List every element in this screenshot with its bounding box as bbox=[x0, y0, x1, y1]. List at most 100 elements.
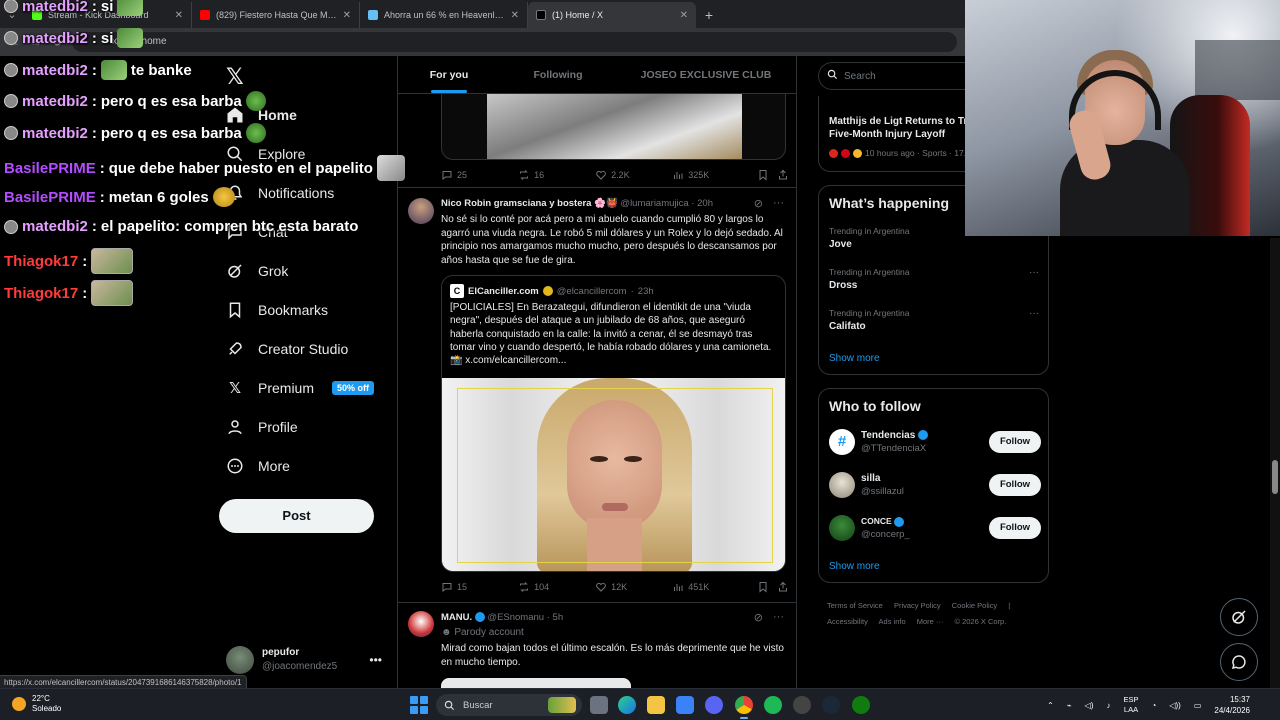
close-tab-icon[interactable]: ✕ bbox=[511, 10, 519, 21]
nav-explore[interactable]: Explore bbox=[226, 145, 305, 163]
nav-home[interactable]: Home bbox=[226, 106, 297, 124]
bookmark-button[interactable] bbox=[757, 581, 777, 593]
repost-button[interactable]: 16 bbox=[518, 169, 595, 181]
grok-icon[interactable]: ⊘ bbox=[754, 611, 763, 624]
views-button[interactable]: 451K bbox=[672, 581, 757, 593]
author-handle[interactable]: @ESnomanu bbox=[487, 612, 544, 623]
browser-tab-youtube[interactable]: (829) Fiestero Hasta Que Me M... ✕ bbox=[192, 2, 360, 28]
views-button[interactable]: 325K bbox=[672, 169, 757, 181]
more-dots-icon[interactable]: ··· bbox=[773, 197, 784, 210]
like-button[interactable]: 12K bbox=[595, 581, 672, 593]
bookmark-button[interactable] bbox=[757, 169, 777, 181]
show-more-link[interactable]: Show more bbox=[829, 353, 880, 364]
file-explorer-icon[interactable] bbox=[647, 696, 665, 714]
windows-start-icon[interactable] bbox=[410, 696, 428, 714]
account-switcher[interactable]: pepufor @joacomendez5 ••• bbox=[226, 640, 386, 680]
nav-profile[interactable]: Profile bbox=[226, 418, 298, 436]
like-button[interactable]: 2.2K bbox=[595, 169, 672, 181]
follow-button[interactable]: Follow bbox=[989, 431, 1041, 453]
store-icon[interactable] bbox=[676, 696, 694, 714]
obs-icon[interactable] bbox=[793, 696, 811, 714]
author-name[interactable]: MANU. bbox=[441, 612, 472, 623]
tray-chevron-icon[interactable]: ⌃ bbox=[1047, 701, 1054, 710]
trend-item[interactable]: Trending in Argentina Califato ··· bbox=[829, 308, 1039, 332]
chrome-icon[interactable] bbox=[735, 696, 753, 719]
browser-tab-steam[interactable]: Ahorra un 66 % en Heavenly Bo... ✕ bbox=[360, 2, 528, 28]
x-logo-icon[interactable]: 𝕏 bbox=[226, 64, 244, 90]
battery-icon[interactable]: ▭ bbox=[1194, 701, 1202, 710]
back-icon[interactable]: ← bbox=[8, 35, 20, 49]
reply-button[interactable]: 25 bbox=[441, 169, 518, 181]
post-media-image[interactable] bbox=[441, 678, 631, 688]
nav-premium[interactable]: 𝕏 Premium 50% off bbox=[226, 379, 375, 397]
share-button[interactable] bbox=[777, 169, 789, 181]
more-dots-icon[interactable]: ··· bbox=[1029, 308, 1039, 319]
tab-for-you[interactable]: For you bbox=[398, 56, 500, 93]
close-tab-icon[interactable]: ✕ bbox=[175, 10, 183, 21]
spotify-icon[interactable] bbox=[764, 696, 782, 714]
scrollbar-thumb[interactable] bbox=[1272, 460, 1278, 494]
follow-suggestion[interactable]: silla @ssillazul Follow bbox=[829, 470, 1041, 500]
forward-icon[interactable]: → bbox=[30, 35, 42, 49]
follow-button[interactable]: Follow bbox=[989, 474, 1041, 496]
steam-icon[interactable] bbox=[822, 696, 840, 714]
footer-link[interactable]: More ··· bbox=[917, 617, 944, 626]
nav-grok[interactable]: Grok bbox=[226, 262, 288, 280]
avatar[interactable] bbox=[408, 198, 434, 224]
page-scrollbar[interactable] bbox=[1270, 238, 1280, 688]
footer-link[interactable]: Cookie Policy bbox=[952, 601, 997, 610]
browser-tab-kick[interactable]: Stream - Kick Dashboard ✕ bbox=[24, 2, 192, 28]
clock[interactable]: 15:37 24/4/2026 bbox=[1214, 694, 1250, 716]
speaker-icon[interactable]: ◁) bbox=[1085, 701, 1094, 710]
messages-fab-button[interactable] bbox=[1220, 643, 1258, 681]
edge-icon[interactable] bbox=[618, 696, 636, 714]
footer-link[interactable]: Terms of Service bbox=[827, 601, 883, 610]
nav-bookmarks[interactable]: Bookmarks bbox=[226, 301, 328, 319]
more-dots-icon[interactable]: ··· bbox=[1029, 267, 1039, 278]
task-view-icon[interactable] bbox=[590, 696, 608, 714]
close-tab-icon[interactable]: ✕ bbox=[680, 10, 688, 21]
close-tab-icon[interactable]: ✕ bbox=[343, 10, 351, 21]
nav-notifications[interactable]: Notifications bbox=[226, 184, 334, 202]
wifi-icon[interactable]: ◔ bbox=[1152, 701, 1157, 710]
post-button[interactable]: Post bbox=[219, 499, 374, 533]
new-tab-button[interactable]: + bbox=[696, 2, 722, 28]
author-name[interactable]: Nico Robin gramsciana y bostera bbox=[441, 198, 591, 209]
quoted-post[interactable]: C ElCanciller.com @elcancillercom · 23h … bbox=[441, 275, 786, 572]
tab-following[interactable]: Following bbox=[500, 56, 616, 93]
repost-button[interactable]: 104 bbox=[518, 581, 595, 593]
search-input[interactable]: Search bbox=[818, 62, 968, 90]
footer-link[interactable]: Accessibility bbox=[827, 617, 868, 626]
tab-joseo-exclusive-club[interactable]: JOSEO EXCLUSIVE CLUB bbox=[616, 56, 796, 93]
quote-photo[interactable] bbox=[442, 378, 785, 571]
grok-icon[interactable]: ⊘ bbox=[754, 197, 763, 210]
post-time[interactable]: 20h bbox=[697, 198, 713, 209]
trend-item[interactable]: Trending in Argentina Dross ··· bbox=[829, 267, 1039, 291]
mic-icon[interactable]: ♪ bbox=[1107, 701, 1111, 710]
footer-link[interactable]: Privacy Policy bbox=[894, 601, 941, 610]
browser-tab-x-home[interactable]: (1) Home / X ✕ bbox=[528, 2, 696, 28]
language-indicator[interactable]: ESP LAA bbox=[1124, 695, 1139, 715]
weather-widget[interactable]: 22°C Soleado bbox=[12, 694, 61, 714]
xbox-icon[interactable] bbox=[852, 696, 870, 714]
author-handle[interactable]: @lumariamujica bbox=[620, 198, 688, 209]
avatar[interactable] bbox=[408, 611, 434, 637]
nav-more[interactable]: More bbox=[226, 457, 290, 475]
nav-creator-studio[interactable]: Creator Studio bbox=[226, 340, 348, 358]
follow-button[interactable]: Follow bbox=[989, 517, 1041, 539]
url-input[interactable]: x.com/home bbox=[72, 32, 957, 52]
volume-icon[interactable]: ◁)) bbox=[1169, 701, 1180, 710]
show-more-link[interactable]: Show more bbox=[829, 561, 880, 572]
discord-icon[interactable] bbox=[705, 696, 723, 714]
more-dots-icon[interactable]: ••• bbox=[369, 653, 382, 667]
network-icon[interactable]: ⌁ bbox=[1067, 701, 1072, 710]
post-time[interactable]: 5h bbox=[553, 612, 564, 623]
reload-icon[interactable]: ↻ bbox=[52, 35, 62, 49]
reply-button[interactable]: 15 bbox=[441, 581, 518, 593]
taskbar-search-input[interactable]: Buscar bbox=[436, 694, 582, 716]
footer-link[interactable]: Ads info bbox=[879, 617, 906, 626]
tab-menu-chevron-icon[interactable]: ⌄ bbox=[0, 0, 24, 28]
post-media-image[interactable] bbox=[441, 94, 786, 160]
share-button[interactable] bbox=[777, 581, 789, 593]
follow-suggestion[interactable]: CONCE @concerp_ Follow bbox=[829, 513, 1041, 543]
